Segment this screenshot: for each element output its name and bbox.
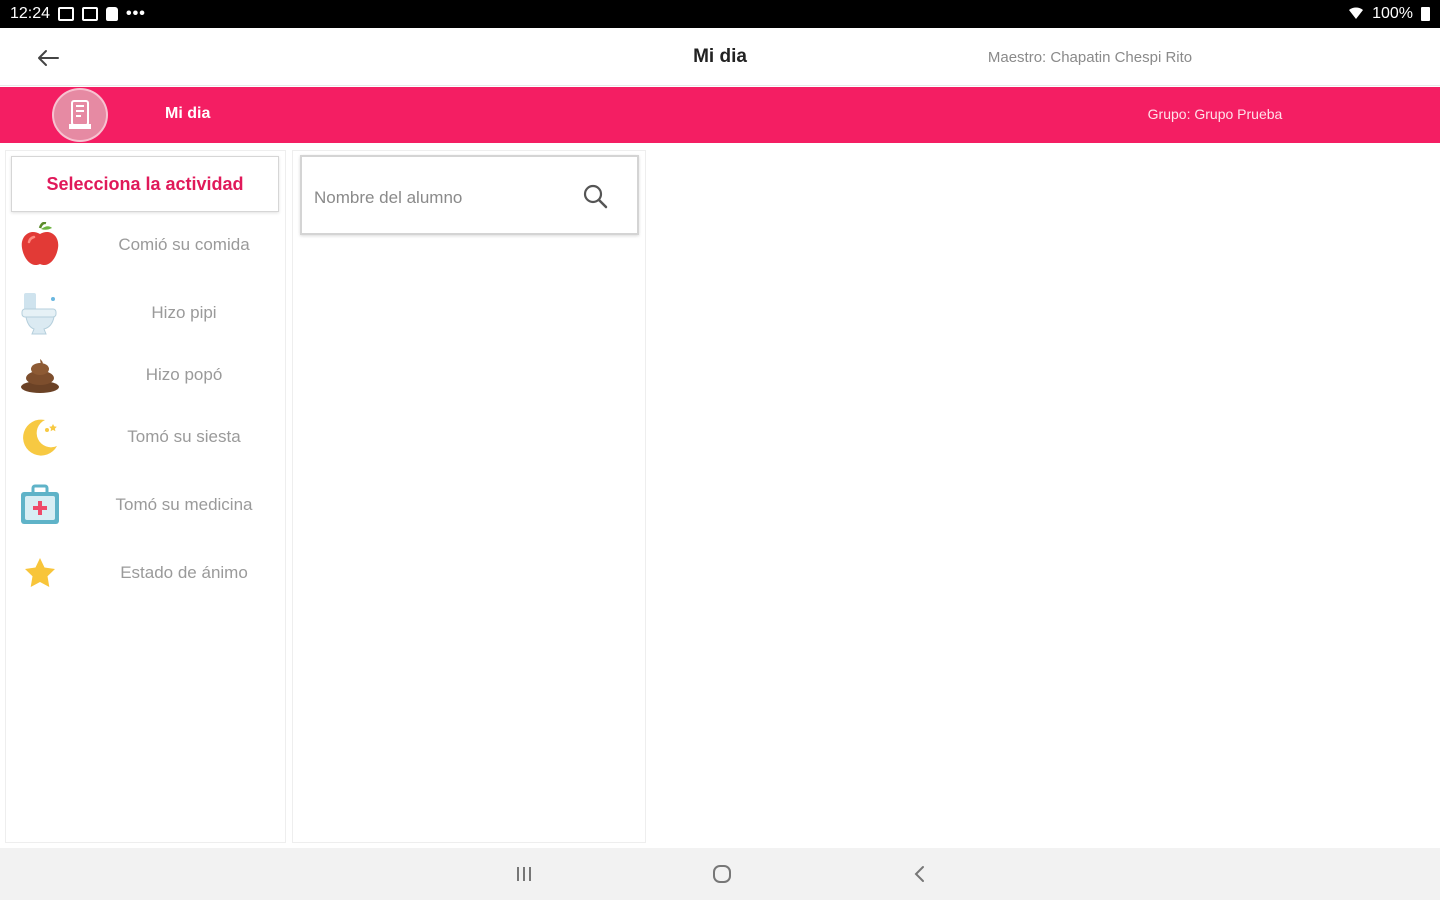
home-icon <box>713 865 731 883</box>
activity-label: Tomó su siesta <box>127 427 241 446</box>
activity-item-animo[interactable]: Estado de ánimo <box>6 545 287 601</box>
recent-apps-button[interactable] <box>504 860 544 888</box>
battery-percent: 100% <box>1372 5 1413 22</box>
star-icon <box>18 551 62 595</box>
activity-item-siesta[interactable]: Tomó su siesta <box>6 409 287 465</box>
gallery-notification-icon <box>82 7 99 21</box>
page-title: Mi dia <box>693 46 747 67</box>
app-bar: Mi dia Maestro: Chapatin Chespi Rito <box>0 28 1440 86</box>
status-time: 12:24 <box>10 5 51 22</box>
activity-panel-header: Selecciona la actividad <box>11 156 279 212</box>
system-nav-bar <box>0 848 1440 900</box>
moon-icon <box>18 415 62 459</box>
arrow-left-icon <box>38 50 59 66</box>
activity-panel: Selecciona la actividad Comió su comida … <box>5 150 286 843</box>
apple-icon <box>18 222 62 267</box>
home-button[interactable] <box>702 860 742 888</box>
more-notifications-icon: ••• <box>126 5 146 22</box>
activity-label: Estado de ánimo <box>120 563 248 582</box>
activity-label: Hizo pipi <box>151 303 217 322</box>
activity-item-popo[interactable]: Hizo popó <box>6 347 287 403</box>
search-icon[interactable] <box>582 183 610 211</box>
student-panel <box>292 150 646 843</box>
group-name: Grupo: Grupo Prueba <box>1147 106 1283 122</box>
teacher-name: Maestro: Chapatin Chespi Rito <box>987 49 1193 66</box>
section-title: Mi dia <box>165 105 211 122</box>
activity-item-medicina[interactable]: Tomó su medicina <box>6 477 287 533</box>
system-back-button[interactable] <box>900 860 940 888</box>
student-search-input[interactable] <box>312 185 572 211</box>
poop-icon <box>18 353 62 397</box>
status-bar: 12:24 ••• 100% <box>0 0 1440 28</box>
bag-notification-icon <box>106 7 119 21</box>
status-right: 100% <box>1348 5 1430 23</box>
status-left: 12:24 ••• <box>10 5 146 23</box>
wifi-icon <box>1348 6 1364 23</box>
student-search-box <box>300 155 639 235</box>
activity-label: Comió su comida <box>118 235 250 254</box>
recent-apps-icon <box>517 867 531 881</box>
back-button[interactable] <box>30 42 66 74</box>
battery-icon <box>1421 7 1430 21</box>
activity-label: Hizo popó <box>145 365 223 384</box>
school-logo-icon <box>52 88 108 142</box>
toilet-icon <box>18 291 62 335</box>
image-notification-icon <box>58 7 75 21</box>
activity-label: Tomó su medicina <box>115 495 253 514</box>
chevron-left-icon <box>914 866 924 882</box>
activity-item-comio[interactable]: Comió su comida <box>6 217 287 273</box>
first-aid-kit-icon <box>18 483 62 527</box>
activity-item-pipi[interactable]: Hizo pipi <box>6 285 287 341</box>
section-header-bar: Mi dia Grupo: Grupo Prueba <box>0 87 1440 143</box>
